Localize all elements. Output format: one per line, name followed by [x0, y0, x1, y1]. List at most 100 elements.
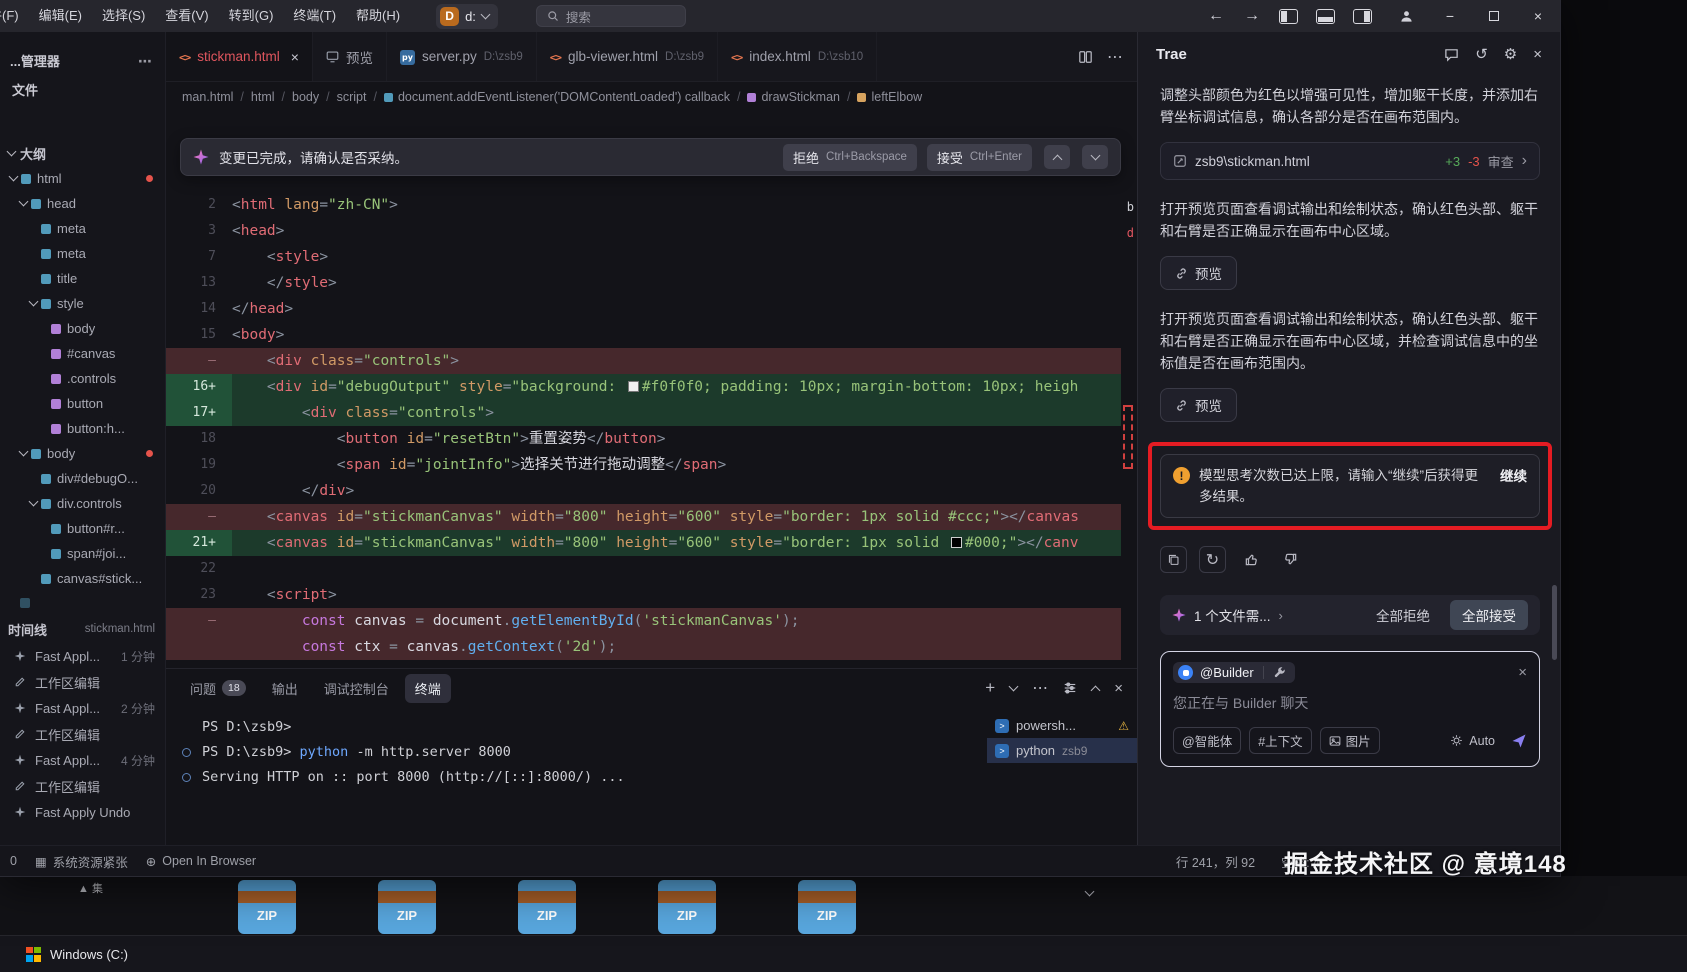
maximize-panel-icon[interactable]: [1091, 685, 1101, 695]
minimap[interactable]: b d: [1121, 112, 1137, 668]
code-line[interactable]: 7 <style>: [166, 244, 1137, 270]
account-icon[interactable]: [1399, 9, 1414, 24]
breadcrumb-item[interactable]: html: [251, 90, 275, 104]
accept-button[interactable]: 接受Ctrl+Enter: [927, 144, 1032, 171]
panel-tab[interactable]: 调试控制台: [314, 674, 399, 703]
breadcrumb-item[interactable]: script: [337, 90, 367, 104]
preview-button[interactable]: 预览: [1160, 256, 1237, 290]
outline-item[interactable]: head: [0, 191, 165, 216]
editor-tab[interactable]: 预览: [313, 32, 387, 81]
outline-item[interactable]: div.controls: [0, 491, 165, 516]
panel-tab[interactable]: 终端: [405, 674, 451, 703]
preview-button[interactable]: 预览: [1160, 388, 1237, 422]
accept-all-button[interactable]: 全部接受: [1450, 600, 1528, 630]
code-line[interactable]: 20 </div>: [166, 478, 1137, 504]
outline-item[interactable]: body: [0, 441, 165, 466]
regenerate-icon[interactable]: ↻: [1199, 546, 1226, 573]
outline-item[interactable]: html: [0, 166, 165, 191]
chevron-down-icon[interactable]: [1086, 882, 1093, 900]
menu-item[interactable]: 终端(T): [283, 0, 346, 32]
timeline-section-header[interactable]: 时间线 stickman.html: [0, 615, 165, 643]
code-editor[interactable]: 变更已完成，请确认是否采纳。 拒绝Ctrl+Backspace 接受Ctrl+E…: [166, 112, 1137, 668]
split-editor-icon[interactable]: [1078, 50, 1093, 64]
history-icon[interactable]: ↺: [1475, 45, 1488, 63]
code-line[interactable]: const ctx = canvas.getContext('2d');: [166, 634, 1137, 660]
outline-item[interactable]: span#joi...: [0, 541, 165, 566]
terminal-dropdown-icon[interactable]: [1009, 681, 1019, 691]
global-search-box[interactable]: 搜索: [536, 5, 686, 27]
terminal-session[interactable]: >pythonzsb9: [987, 738, 1137, 763]
filter-icon[interactable]: [1063, 681, 1077, 695]
timeline-item[interactable]: 工作区编辑: [0, 773, 165, 799]
outline-item[interactable]: .controls: [0, 366, 165, 391]
auto-mode-label[interactable]: Auto: [1469, 734, 1495, 748]
terminal-session[interactable]: >powersh...⚠: [987, 713, 1137, 738]
chat-chip[interactable]: 图片: [1320, 727, 1380, 754]
breadcrumb-item[interactable]: document.addEventListener('DOMContentLoa…: [384, 90, 730, 104]
changed-file-card[interactable]: zsb9\stickman.html +3 -3 审查 ›: [1160, 142, 1540, 180]
breadcrumb-item[interactable]: man.html: [182, 90, 233, 104]
editor-tab[interactable]: <>index.htmlD:\zsb10: [718, 32, 877, 81]
code-line[interactable]: 16+ <div id="debugOutput" style="backgro…: [166, 374, 1137, 400]
terminal-output[interactable]: PS D:\zsb9>PS D:\zsb9> python -m http.se…: [166, 707, 987, 845]
zip-folder-icon[interactable]: ZIP: [378, 880, 436, 934]
timeline-item[interactable]: 工作区编辑: [0, 721, 165, 747]
outline-section-header[interactable]: 大纲: [0, 140, 165, 166]
export-chat-icon[interactable]: [1444, 47, 1459, 62]
outline-item[interactable]: button: [0, 391, 165, 416]
new-terminal-icon[interactable]: +: [985, 678, 995, 698]
outline-item[interactable]: div#debugO...: [0, 466, 165, 491]
close-icon[interactable]: ×: [291, 49, 299, 65]
code-line[interactable]: 2<html lang="zh-CN">: [166, 192, 1137, 218]
outline-item[interactable]: canvas#stick...: [0, 566, 165, 591]
copy-icon[interactable]: [1160, 546, 1187, 573]
code-line[interactable]: 17+ <div class="controls">: [166, 400, 1137, 426]
more-actions-icon[interactable]: ⋯: [138, 53, 153, 70]
editor-tab[interactable]: <>glb-viewer.htmlD:\zsb9: [537, 32, 718, 81]
taskbar-item-explorer[interactable]: Windows (C:): [26, 947, 128, 962]
code-line[interactable]: 18 <button id="resetBtn">重置姿势</button>: [166, 426, 1137, 452]
menu-item[interactable]: 转到(G): [219, 0, 284, 32]
code-line[interactable]: — const canvas = document.getElementById…: [166, 608, 1137, 634]
workspace-selector[interactable]: D d:: [436, 4, 498, 29]
maximize-button[interactable]: [1472, 0, 1516, 32]
code-line[interactable]: 13 </style>: [166, 270, 1137, 296]
outline-item[interactable]: meta: [0, 216, 165, 241]
minimize-button[interactable]: −: [1428, 0, 1472, 32]
menu-item[interactable]: 文件(F): [0, 0, 29, 32]
timeline-item[interactable]: Fast Appl...2 分钟: [0, 695, 165, 721]
panel-tab[interactable]: 输出: [262, 674, 308, 703]
code-line[interactable]: 3<head>: [166, 218, 1137, 244]
files-section-header[interactable]: 文件: [0, 76, 165, 106]
reject-button[interactable]: 拒绝Ctrl+Backspace: [783, 144, 917, 171]
code-line[interactable]: 23 <script>: [166, 582, 1137, 608]
timeline-item[interactable]: Fast Appl...4 分钟: [0, 747, 165, 773]
forward-arrow-icon[interactable]: →: [1234, 7, 1270, 25]
outline-item[interactable]: #canvas: [0, 341, 165, 366]
breadcrumb-item[interactable]: body: [292, 90, 319, 104]
scrollbar[interactable]: [1552, 585, 1557, 660]
code-line[interactable]: 22: [166, 556, 1137, 582]
tools-icon[interactable]: [1273, 666, 1286, 679]
toggle-panel-icon[interactable]: [1316, 9, 1335, 24]
breadcrumb-item[interactable]: leftElbow: [857, 90, 922, 104]
continue-link[interactable]: 继续: [1500, 465, 1527, 485]
outline-item[interactable]: body: [0, 316, 165, 341]
zip-folder-icon[interactable]: ZIP: [658, 880, 716, 934]
back-arrow-icon[interactable]: ←: [1198, 7, 1234, 25]
outline-item[interactable]: button:h...: [0, 416, 165, 441]
outline-item[interactable]: meta: [0, 241, 165, 266]
close-chat-icon[interactable]: ×: [1518, 664, 1527, 681]
reject-all-button[interactable]: 全部拒绝: [1376, 605, 1430, 625]
close-panel-icon[interactable]: ×: [1114, 680, 1123, 697]
code-line[interactable]: — <div class="controls">: [166, 348, 1137, 374]
menu-item[interactable]: 帮助(H): [346, 0, 410, 32]
chat-input-card[interactable]: @Builder × 您正在与 Builder 聊天 @智能体#上下文图片 Au…: [1160, 651, 1540, 767]
code-line[interactable]: 19 <span id="jointInfo">选择关节进行拖动调整</span…: [166, 452, 1137, 478]
menu-item[interactable]: 编辑(E): [29, 0, 92, 32]
close-assistant-icon[interactable]: ×: [1533, 46, 1542, 63]
menu-item[interactable]: 查看(V): [155, 0, 218, 32]
code-line[interactable]: 21+ <canvas id="stickmanCanvas" width="8…: [166, 530, 1137, 556]
outline-item[interactable]: style: [0, 291, 165, 316]
toggle-sidebar-icon[interactable]: [1279, 9, 1298, 24]
